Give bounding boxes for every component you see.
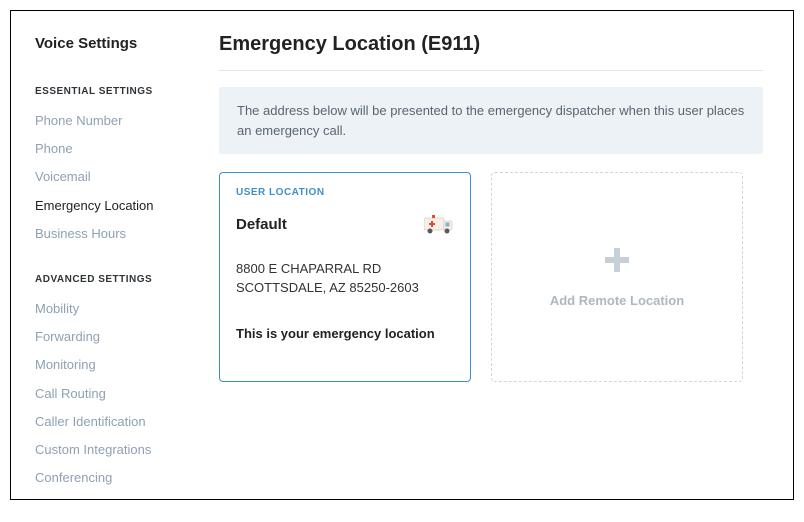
sidebar-section-header-essential: ESSENTIAL SETTINGS (35, 86, 199, 97)
info-banner: The address below will be presented to t… (219, 87, 763, 154)
card-name-row: Default (236, 214, 454, 234)
sidebar-item-custom-integrations[interactable]: Custom Integrations (35, 436, 199, 464)
sidebar-item-phone[interactable]: Phone (35, 135, 199, 163)
sidebar-item-call-routing[interactable]: Call Routing (35, 380, 199, 408)
add-remote-location-button[interactable]: Add Remote Location (491, 172, 743, 382)
user-location-card[interactable]: USER LOCATION Default (219, 172, 471, 382)
sidebar-item-voicemail[interactable]: Voicemail (35, 163, 199, 191)
sidebar-item-caller-identification[interactable]: Caller Identification (35, 408, 199, 436)
app-frame: Voice Settings ESSENTIAL SETTINGS Phone … (10, 10, 794, 500)
sidebar-item-mobility[interactable]: Mobility (35, 295, 199, 323)
cards-row: USER LOCATION Default (219, 172, 763, 382)
sidebar-item-conferencing[interactable]: Conferencing (35, 464, 199, 492)
sidebar-item-phone-number[interactable]: Phone Number (35, 107, 199, 135)
sidebar-title: Voice Settings (35, 35, 199, 52)
sidebar-item-monitoring[interactable]: Monitoring (35, 351, 199, 379)
sidebar-item-emergency-location[interactable]: Emergency Location (35, 192, 199, 220)
sidebar: Voice Settings ESSENTIAL SETTINGS Phone … (11, 11, 211, 499)
sidebar-section-header-advanced: ADVANCED SETTINGS (35, 274, 199, 285)
divider (219, 70, 763, 71)
card-name: Default (236, 216, 287, 233)
card-address: 8800 E CHAPARRAL RD SCOTTSDALE, AZ 85250… (236, 260, 454, 298)
sidebar-item-forwarding[interactable]: Forwarding (35, 323, 199, 351)
ambulance-icon (424, 214, 454, 234)
card-label: USER LOCATION (236, 187, 454, 198)
sidebar-item-business-hours[interactable]: Business Hours (35, 220, 199, 248)
page-title: Emergency Location (E911) (219, 33, 763, 56)
add-remote-location-label: Add Remote Location (550, 293, 684, 308)
plus-icon (603, 246, 631, 279)
main-content: Emergency Location (E911) The address be… (211, 11, 793, 499)
card-footer: This is your emergency location (236, 326, 454, 341)
